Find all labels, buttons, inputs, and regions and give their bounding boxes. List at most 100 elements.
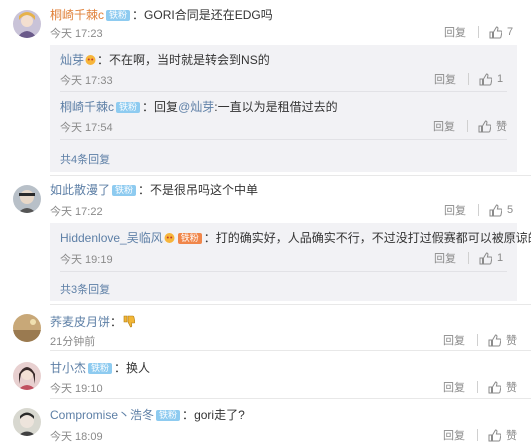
- fan-badge: 铁粉: [112, 185, 137, 196]
- thumbs-up-icon[interactable]: [489, 203, 502, 217]
- reply-author[interactable]: 桐崎千棘c: [60, 100, 114, 114]
- like-count: 赞: [506, 335, 517, 347]
- colon: ：: [203, 231, 216, 245]
- like-count: 5: [507, 204, 514, 216]
- thumbs-up-icon[interactable]: [478, 119, 491, 133]
- mention-link[interactable]: @灿芽: [178, 100, 214, 114]
- colon: ：: [142, 100, 155, 114]
- crown-icon: [163, 231, 176, 244]
- reply-actions: 回复 1: [434, 250, 507, 266]
- reply-author[interactable]: Hiddenlove_吴临风: [60, 231, 163, 245]
- reply-button[interactable]: 回复: [434, 250, 456, 266]
- comment-actions: 回复 赞: [443, 332, 517, 348]
- reply-button[interactable]: 回复: [433, 118, 455, 134]
- fan-badge: 铁粉: [177, 233, 202, 244]
- thumbs-up-icon[interactable]: [489, 25, 502, 39]
- comment-divider: [50, 350, 531, 351]
- comment-time: 今天 17:23: [50, 28, 103, 40]
- comment-line: 桐崎千棘c 铁粉 ：GORI合同是还在EDG吗: [50, 8, 273, 22]
- colon: ：: [132, 8, 145, 22]
- comment-author[interactable]: 甘小杰: [50, 361, 86, 375]
- comment-line: 荞麦皮月饼：: [50, 315, 136, 329]
- fan-badge: 铁粉: [156, 410, 181, 421]
- colon: ：: [182, 408, 195, 422]
- thumbs-up-icon[interactable]: [488, 380, 501, 394]
- reply-time: 今天 17:54: [60, 122, 113, 134]
- thumbs-up-icon[interactable]: [488, 333, 501, 347]
- divider: [478, 204, 479, 216]
- comment-author[interactable]: 荞麦皮月饼: [50, 315, 110, 329]
- comment-text: 换人: [126, 361, 151, 375]
- reply-button[interactable]: 回复: [443, 427, 465, 443]
- colon: ：: [97, 53, 110, 67]
- reply-button[interactable]: 回复: [444, 24, 466, 40]
- like-count: 7: [507, 26, 514, 38]
- avatar[interactable]: [13, 362, 41, 390]
- reply-button[interactable]: 回复: [444, 202, 466, 218]
- divider: [477, 429, 478, 441]
- avatar[interactable]: [13, 408, 41, 436]
- comment-time: 21分钟前: [50, 336, 96, 348]
- reply-text: :一直以为是租借过去的: [214, 100, 338, 114]
- comment-author[interactable]: Compromise丶浩冬: [50, 408, 154, 422]
- reply-line: 桐崎千棘c 铁粉 ：回复@灿芽:一直以为是租借过去的: [60, 100, 338, 114]
- comment-actions: 回复 赞: [443, 427, 517, 443]
- reply-author[interactable]: 灿芽: [60, 53, 84, 67]
- colon: ：: [138, 183, 151, 197]
- fan-badge: 铁粉: [106, 10, 131, 21]
- reply-box: Hiddenlove_吴临风 铁粉 ：打的确实好，人品确实不行，不过没打过假赛都可以…: [50, 223, 531, 301]
- divider: [468, 73, 469, 85]
- reply-box: 灿芽 ：不在啊，当时就是转会到NS的 今天 17:33 回复 1 桐崎千棘c 铁粉：…: [50, 45, 517, 172]
- reply-actions: 回复 赞: [433, 118, 507, 134]
- comment-author[interactable]: 如此散漫了: [50, 183, 110, 197]
- reply-button[interactable]: 回复: [434, 71, 456, 87]
- comment-text: 不是很吊吗这个中单: [150, 183, 259, 197]
- reply-time: 今天 17:33: [60, 75, 113, 87]
- avatar[interactable]: [13, 10, 41, 38]
- reply-text: 不在啊，当时就是转会到NS的: [109, 53, 270, 67]
- comment-time: 今天 19:10: [50, 383, 103, 395]
- fan-badge: 铁粉: [116, 102, 141, 113]
- reply-divider: [60, 271, 507, 272]
- divider: [477, 381, 478, 393]
- like-count: 赞: [496, 121, 507, 133]
- more-replies-link[interactable]: 共4条回复: [60, 151, 110, 167]
- comment-line: 甘小杰 铁粉 ：换人: [50, 361, 150, 375]
- thumbs-up-icon[interactable]: [479, 251, 492, 265]
- reply-actions: 回复 1: [434, 71, 507, 87]
- reply-text: 打的确实好，人品确实不行，不过没打过假赛都可以被原谅的: [215, 231, 531, 245]
- reply-divider: [60, 139, 507, 140]
- like-count: 赞: [506, 382, 517, 394]
- reply-prefix: 回复: [154, 100, 179, 114]
- reply-line: 灿芽 ：不在啊，当时就是转会到NS的: [60, 53, 270, 67]
- more-replies-link[interactable]: 共3条回复: [60, 281, 110, 297]
- comment-divider: [50, 175, 531, 176]
- thumbs-up-icon[interactable]: [479, 72, 492, 86]
- divider: [467, 120, 468, 132]
- divider: [478, 26, 479, 38]
- reply-button[interactable]: 回复: [443, 379, 465, 395]
- comment-actions: 回复 7: [444, 24, 517, 40]
- crown-icon: [84, 53, 97, 66]
- thumbs-down-emoji-icon: [122, 315, 136, 328]
- comment-actions: 回复 5: [444, 202, 517, 218]
- reply-button[interactable]: 回复: [443, 332, 465, 348]
- reply-divider: [60, 91, 507, 92]
- thumbs-up-icon[interactable]: [488, 428, 501, 442]
- divider: [477, 334, 478, 346]
- colon: ：: [110, 315, 123, 329]
- avatar[interactable]: [13, 314, 41, 342]
- like-count: 1: [497, 252, 504, 264]
- fan-badge: 铁粉: [88, 363, 113, 374]
- comment-line: 如此散漫了 铁粉 ：不是很吊吗这个中单: [50, 183, 258, 197]
- comment-author[interactable]: 桐崎千棘c: [50, 8, 104, 22]
- comment-text: GORI合同是还在EDG吗: [144, 8, 273, 22]
- like-count: 1: [497, 73, 504, 85]
- comment-line: Compromise丶浩冬 铁粉 ：gori走了?: [50, 408, 245, 422]
- reply-line: Hiddenlove_吴临风 铁粉 ：打的确实好，人品确实不行，不过没打过假赛都可以…: [60, 231, 531, 245]
- comment-divider: [50, 398, 531, 399]
- comment-divider: [50, 304, 531, 305]
- avatar[interactable]: [13, 185, 41, 213]
- reply-time: 今天 19:19: [60, 254, 113, 266]
- comment-text: gori走了?: [194, 408, 245, 422]
